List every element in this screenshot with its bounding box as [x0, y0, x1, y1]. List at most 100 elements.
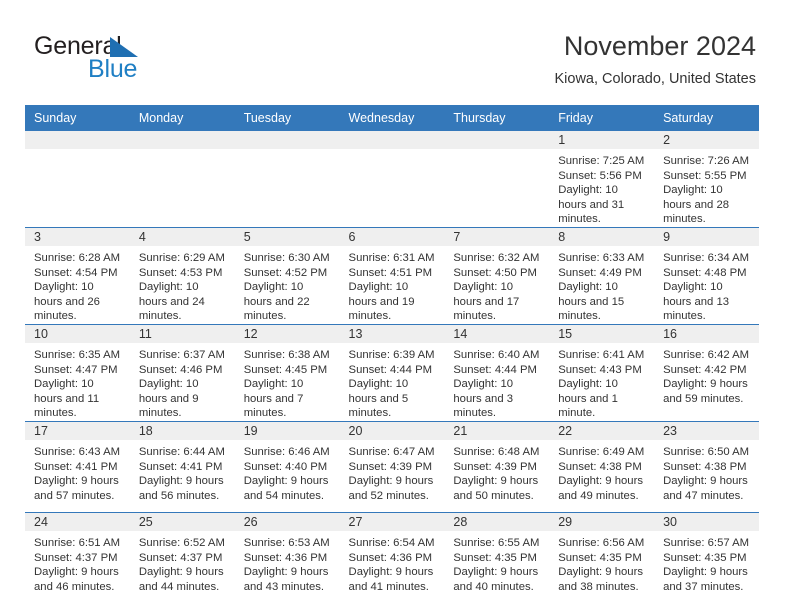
sunrise-text: Sunrise: 6:32 AM [453, 251, 540, 264]
sunrise-text: Sunrise: 6:28 AM [34, 251, 121, 264]
daylight-text: Daylight: 10 hours and 11 minutes. [34, 378, 100, 420]
calendar-day-cell[interactable]: 12 Sunrise: 6:38 AM Sunset: 4:45 PM Dayl… [234, 323, 340, 422]
sunset-text: Sunset: 4:44 PM [453, 363, 537, 376]
sunset-text: Sunset: 4:39 PM [348, 460, 433, 473]
calendar-day-cell[interactable]: 18 Sunrise: 6:44 AM Sunset: 4:41 PM Dayl… [129, 420, 235, 513]
sunrise-text: Sunrise: 6:53 AM [243, 536, 330, 549]
title-block: November 2024 Kiowa, Colorado, United St… [555, 30, 757, 88]
day-details [130, 149, 235, 154]
sunrise-text: Sunrise: 6:30 AM [243, 251, 330, 264]
calendar-day-cell[interactable]: 17 Sunrise: 6:43 AM Sunset: 4:41 PM Dayl… [25, 420, 130, 513]
calendar-day-cell[interactable]: 20 Sunrise: 6:47 AM Sunset: 4:39 PM Dayl… [339, 420, 445, 513]
sunrise-text: Sunrise: 6:57 AM [663, 536, 750, 549]
day-number: 19 [234, 421, 340, 440]
calendar-day-cell[interactable]: 15 Sunrise: 6:41 AM Sunset: 4:43 PM Dayl… [549, 323, 655, 422]
calendar-week-row: 1 Sunrise: 7:25 AM Sunset: 5:56 PM Dayli… [25, 131, 759, 228]
calendar-day-cell[interactable]: 7 Sunrise: 6:32 AM Sunset: 4:50 PM Dayli… [444, 226, 550, 325]
page-title: November 2024 [563, 31, 756, 61]
daylight-text: Daylight: 10 hours and 13 minutes. [663, 281, 730, 323]
calendar-day-cell[interactable]: 14 Sunrise: 6:40 AM Sunset: 4:44 PM Dayl… [444, 323, 550, 422]
day-number: 7 [444, 227, 550, 246]
calendar-day-cell[interactable]: 4 Sunrise: 6:29 AM Sunset: 4:53 PM Dayli… [129, 226, 235, 325]
sunset-text: Sunset: 4:47 PM [34, 363, 118, 376]
sunset-text: Sunset: 4:48 PM [663, 266, 747, 279]
brand-logo[interactable]: General Blue [34, 34, 214, 90]
calendar-page: General Blue November 2024 Kiowa, Colora… [0, 0, 792, 612]
sunrise-text: Sunrise: 6:50 AM [663, 445, 750, 458]
sunrise-text: Sunrise: 6:33 AM [558, 251, 645, 264]
daylight-text: Daylight: 9 hours and 47 minutes. [663, 475, 748, 502]
daylight-text: Daylight: 10 hours and 24 minutes. [138, 281, 205, 323]
sunset-text: Sunset: 4:36 PM [348, 551, 433, 564]
calendar-day-cell[interactable]: 23 Sunrise: 6:50 AM Sunset: 4:38 PM Dayl… [654, 420, 759, 513]
calendar-day-cell[interactable]: 13 Sunrise: 6:39 AM Sunset: 4:44 PM Dayl… [339, 323, 445, 422]
calendar-day-cell[interactable] [25, 131, 130, 228]
day-details: Sunrise: 6:47 AM Sunset: 4:39 PM Dayligh… [340, 440, 445, 503]
calendar-day-cell[interactable]: 24 Sunrise: 6:51 AM Sunset: 4:37 PM Dayl… [25, 511, 130, 603]
page-subtitle: Kiowa, Colorado, United States [554, 71, 757, 87]
day-number: 28 [444, 512, 550, 531]
day-details: Sunrise: 6:35 AM Sunset: 4:47 PM Dayligh… [25, 343, 130, 421]
calendar-day-cell[interactable] [339, 131, 445, 228]
day-number: 24 [25, 512, 130, 531]
calendar-day-cell[interactable]: 5 Sunrise: 6:30 AM Sunset: 4:52 PM Dayli… [234, 226, 340, 325]
sunset-text: Sunset: 4:44 PM [348, 363, 433, 376]
calendar-day-cell[interactable]: 9 Sunrise: 6:34 AM Sunset: 4:48 PM Dayli… [654, 226, 759, 325]
day-number: 16 [654, 324, 759, 343]
page-header: General Blue November 2024 Kiowa, Colora… [0, 0, 792, 100]
calendar-day-cell[interactable]: 11 Sunrise: 6:37 AM Sunset: 4:46 PM Dayl… [129, 323, 235, 422]
day-number: 22 [549, 421, 655, 440]
calendar-day-cell[interactable]: 6 Sunrise: 6:31 AM Sunset: 4:51 PM Dayli… [339, 226, 445, 325]
calendar-day-cell[interactable]: 8 Sunrise: 6:33 AM Sunset: 4:49 PM Dayli… [549, 226, 655, 325]
day-number: 5 [234, 227, 340, 246]
calendar-day-cell[interactable]: 21 Sunrise: 6:48 AM Sunset: 4:39 PM Dayl… [444, 420, 550, 513]
calendar-day-cell[interactable] [129, 131, 235, 228]
day-details: Sunrise: 6:28 AM Sunset: 4:54 PM Dayligh… [25, 246, 130, 324]
day-details: Sunrise: 6:31 AM Sunset: 4:51 PM Dayligh… [340, 246, 445, 324]
sunset-text: Sunset: 4:52 PM [243, 266, 328, 279]
daylight-text: Daylight: 9 hours and 54 minutes. [243, 475, 329, 502]
calendar-day-cell[interactable]: 19 Sunrise: 6:46 AM Sunset: 4:40 PM Dayl… [234, 420, 340, 513]
sunrise-text: Sunrise: 6:41 AM [558, 348, 645, 361]
day-details: Sunrise: 6:50 AM Sunset: 4:38 PM Dayligh… [654, 440, 759, 503]
day-details: Sunrise: 6:42 AM Sunset: 4:42 PM Dayligh… [654, 343, 759, 406]
calendar-day-cell[interactable]: 1 Sunrise: 7:25 AM Sunset: 5:56 PM Dayli… [549, 131, 655, 228]
day-number: 4 [129, 227, 235, 246]
day-details [444, 149, 549, 154]
calendar-day-cell[interactable]: 2 Sunrise: 7:26 AM Sunset: 5:55 PM Dayli… [654, 131, 759, 228]
day-details: Sunrise: 6:37 AM Sunset: 4:46 PM Dayligh… [130, 343, 235, 421]
daylight-text: Daylight: 10 hours and 5 minutes. [348, 378, 409, 420]
daylight-text: Daylight: 9 hours and 43 minutes. [243, 566, 329, 593]
calendar-day-cell[interactable] [444, 131, 550, 228]
sunset-text: Sunset: 4:35 PM [663, 551, 747, 564]
sunrise-text: Sunrise: 6:46 AM [243, 445, 330, 458]
calendar-day-cell[interactable]: 16 Sunrise: 6:42 AM Sunset: 4:42 PM Dayl… [654, 323, 759, 422]
sunset-text: Sunset: 4:43 PM [558, 363, 642, 376]
sunrise-text: Sunrise: 6:55 AM [453, 536, 540, 549]
day-details [235, 149, 340, 154]
day-details [25, 149, 130, 154]
sunset-text: Sunset: 4:41 PM [34, 460, 118, 473]
day-number: 30 [654, 512, 759, 531]
calendar-day-cell[interactable]: 29 Sunrise: 6:56 AM Sunset: 4:35 PM Dayl… [549, 511, 655, 603]
calendar-day-cell[interactable] [234, 131, 340, 228]
calendar-day-cell[interactable]: 3 Sunrise: 6:28 AM Sunset: 4:54 PM Dayli… [25, 226, 130, 325]
calendar-day-cell[interactable]: 30 Sunrise: 6:57 AM Sunset: 4:35 PM Dayl… [654, 511, 759, 603]
calendar-day-cell[interactable]: 28 Sunrise: 6:55 AM Sunset: 4:35 PM Dayl… [444, 511, 550, 603]
calendar-day-cell[interactable]: 25 Sunrise: 6:52 AM Sunset: 4:37 PM Dayl… [129, 511, 235, 603]
sunset-text: Sunset: 4:38 PM [663, 460, 747, 473]
daylight-text: Daylight: 10 hours and 26 minutes. [34, 281, 100, 323]
day-details: Sunrise: 6:43 AM Sunset: 4:41 PM Dayligh… [25, 440, 130, 503]
sunrise-text: Sunrise: 6:43 AM [34, 445, 121, 458]
calendar-day-cell[interactable]: 22 Sunrise: 6:49 AM Sunset: 4:38 PM Dayl… [549, 420, 655, 513]
day-details: Sunrise: 6:49 AM Sunset: 4:38 PM Dayligh… [549, 440, 654, 503]
daylight-text: Daylight: 9 hours and 59 minutes. [663, 378, 748, 405]
day-number: 1 [549, 131, 655, 149]
day-number: 29 [549, 512, 655, 531]
day-details: Sunrise: 6:34 AM Sunset: 4:48 PM Dayligh… [654, 246, 759, 324]
calendar-day-cell[interactable]: 10 Sunrise: 6:35 AM Sunset: 4:47 PM Dayl… [25, 323, 130, 422]
day-details: Sunrise: 6:55 AM Sunset: 4:35 PM Dayligh… [444, 531, 549, 594]
calendar-day-cell[interactable]: 27 Sunrise: 6:54 AM Sunset: 4:36 PM Dayl… [339, 511, 445, 603]
sunset-text: Sunset: 4:39 PM [453, 460, 537, 473]
calendar-day-cell[interactable]: 26 Sunrise: 6:53 AM Sunset: 4:36 PM Dayl… [234, 511, 340, 603]
